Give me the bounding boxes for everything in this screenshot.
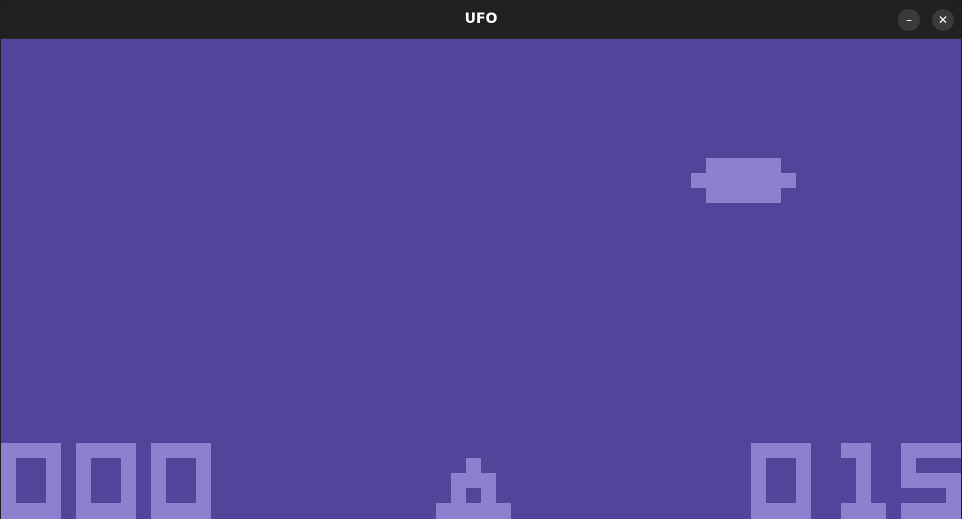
close-button[interactable]: ✕ (932, 9, 954, 31)
window-title: UFO (464, 11, 498, 27)
close-icon: ✕ (937, 13, 949, 27)
app-window: UFO – ✕ 000 015 (0, 0, 962, 519)
minimize-icon: – (906, 13, 912, 27)
minimize-button[interactable]: – (898, 9, 920, 31)
game-playfield[interactable]: 000 015 (1, 39, 961, 519)
title-bar[interactable]: UFO – ✕ (0, 0, 962, 39)
